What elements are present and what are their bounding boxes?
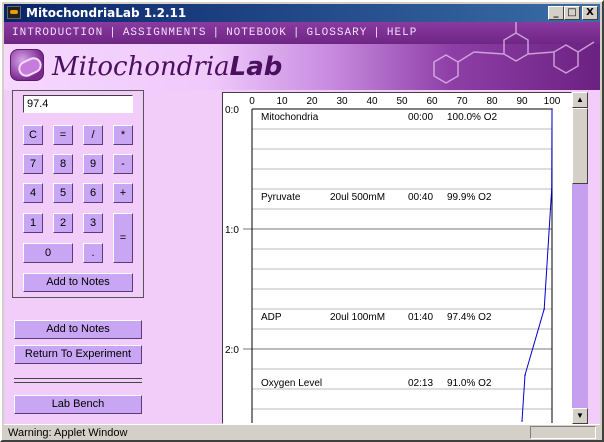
calc-key-clear[interactable]: C xyxy=(23,125,43,145)
calc-key-add[interactable]: + xyxy=(113,183,133,203)
x-tick-label: 30 xyxy=(336,96,348,107)
x-tick-label: 50 xyxy=(396,96,408,107)
window-title: MitochondriaLab 1.2.11 xyxy=(26,6,187,20)
annotation-text: 02:13 xyxy=(408,378,433,389)
scroll-down-arrow-icon[interactable]: ▼ xyxy=(572,408,588,424)
annotation-text: 00:00 xyxy=(408,112,433,123)
status-text: Warning: Applet Window xyxy=(8,427,128,439)
return-to-experiment-button[interactable]: Return To Experiment xyxy=(14,345,142,364)
menu-introduction[interactable]: INTRODUCTION xyxy=(12,27,103,39)
menu-separator: | xyxy=(292,27,301,39)
annotation-text: 91.0% O2 xyxy=(447,378,492,389)
calc-key-9[interactable]: 9 xyxy=(83,154,103,174)
calc-key-divide[interactable]: / xyxy=(83,125,103,145)
calc-key-equals[interactable]: = xyxy=(113,213,133,263)
calc-key-8[interactable]: 8 xyxy=(53,154,73,174)
annotation-text: 100.0% O2 xyxy=(447,112,497,123)
logo-text: MitochondriaLab xyxy=(52,52,282,82)
annotation-text: 20ul 100mM xyxy=(330,312,385,323)
scrollbar-thumb[interactable] xyxy=(572,108,588,184)
y-tick-label: 1:0 xyxy=(225,225,239,236)
y-tick-label: 0:0 xyxy=(225,105,239,116)
calc-key-subtract[interactable]: - xyxy=(113,154,133,174)
oxygen-chart-panel: 0 10 20 30 40 50 60 70 80 90 100 0:0 1:0 2:0 Mitochond… xyxy=(222,92,572,424)
calc-key-multiply[interactable]: * xyxy=(113,125,133,145)
annotation-text: 97.4% O2 xyxy=(447,312,492,323)
data-point xyxy=(550,188,553,190)
scroll-up-arrow-icon[interactable]: ▲ xyxy=(572,92,588,108)
menu-separator: | xyxy=(212,27,221,39)
app-icon xyxy=(7,6,21,19)
calc-key-7[interactable]: 7 xyxy=(23,154,43,174)
menu-assignments[interactable]: ASSIGNMENTS xyxy=(123,27,207,39)
content-area: 97.4 C = / * 7 8 9 - 4 5 6 + 1 2 3 = 0 .… xyxy=(4,90,600,424)
oxygen-series-line xyxy=(521,108,553,422)
x-tick-label: 0 xyxy=(249,96,255,107)
calc-key-1[interactable]: 1 xyxy=(23,213,43,233)
data-point xyxy=(551,108,553,110)
divider-line xyxy=(14,378,142,379)
mitochondria-logo-icon xyxy=(10,49,44,81)
title-bar[interactable]: MitochondriaLab 1.2.11 _ □ X xyxy=(4,4,600,22)
annotation-text: 01:40 xyxy=(408,312,433,323)
calculator-display[interactable]: 97.4 xyxy=(23,95,133,113)
add-to-notes-button[interactable]: Add to Notes xyxy=(14,320,142,339)
menu-separator: | xyxy=(373,27,381,39)
x-tick-label: 20 xyxy=(306,96,318,107)
menu-separator: | xyxy=(109,27,117,39)
annotation-text: Mitochondria xyxy=(261,112,319,123)
applet-window: MitochondriaLab 1.2.11 _ □ X INTRODUCTIO… xyxy=(0,0,604,442)
data-point xyxy=(524,374,526,376)
calc-key-4[interactable]: 4 xyxy=(23,183,43,203)
lab-bench-button[interactable]: Lab Bench xyxy=(14,395,142,414)
x-tick-label: 10 xyxy=(276,96,288,107)
calc-key-6[interactable]: 6 xyxy=(83,183,103,203)
maximize-button[interactable]: □ xyxy=(564,6,580,20)
x-tick-label: 100 xyxy=(544,96,561,107)
molecule-decoration-icon xyxy=(433,22,595,84)
divider-line xyxy=(14,382,142,383)
data-point xyxy=(543,308,545,310)
oxygen-chart: 0 10 20 30 40 50 60 70 80 90 100 0:0 1:0 2:0 Mitochond… xyxy=(225,96,561,423)
x-tick-label: 60 xyxy=(426,96,438,107)
calc-key-equals-top[interactable]: = xyxy=(53,125,73,145)
x-tick-label: 70 xyxy=(456,96,468,107)
annotation-text: 99.9% O2 xyxy=(447,192,492,203)
header-banner: INTRODUCTION | ASSIGNMENTS | NOTEBOOK | GLOSSA… xyxy=(4,22,600,90)
calc-key-decimal[interactable]: . xyxy=(83,243,103,263)
status-bar: Warning: Applet Window xyxy=(4,424,600,440)
annotation-text: Oxygen Level xyxy=(261,378,322,389)
calculator-panel: 97.4 C = / * 7 8 9 - 4 5 6 + 1 2 3 = 0 .… xyxy=(12,90,144,298)
y-tick-label: 2:0 xyxy=(225,345,239,356)
annotation-text: 00:40 xyxy=(408,192,433,203)
annotation-text: 20ul 500mM xyxy=(330,192,385,203)
close-button[interactable]: X xyxy=(582,6,598,20)
logo-part-1: Mitochondria xyxy=(52,52,230,82)
calc-key-3[interactable]: 3 xyxy=(83,213,103,233)
menu-glossary[interactable]: GLOSSARY xyxy=(306,27,367,39)
x-tick-label: 90 xyxy=(516,96,528,107)
x-tick-label: 40 xyxy=(366,96,378,107)
calc-key-5[interactable]: 5 xyxy=(53,183,73,203)
calc-key-0[interactable]: 0 xyxy=(23,243,73,263)
chart-scrollbar[interactable]: ▲ ▼ xyxy=(572,92,588,424)
x-tick-label: 80 xyxy=(486,96,498,107)
minimize-button[interactable]: _ xyxy=(548,6,564,20)
calc-key-2[interactable]: 2 xyxy=(53,213,73,233)
menu-notebook[interactable]: NOTEBOOK xyxy=(226,27,287,39)
status-panel xyxy=(530,426,596,439)
annotation-text: Pyruvate xyxy=(261,192,301,203)
data-point xyxy=(521,420,523,422)
logo-part-2: Lab xyxy=(229,52,283,82)
calc-add-to-notes-button[interactable]: Add to Notes xyxy=(23,273,133,292)
annotation-text: ADP xyxy=(261,312,282,323)
